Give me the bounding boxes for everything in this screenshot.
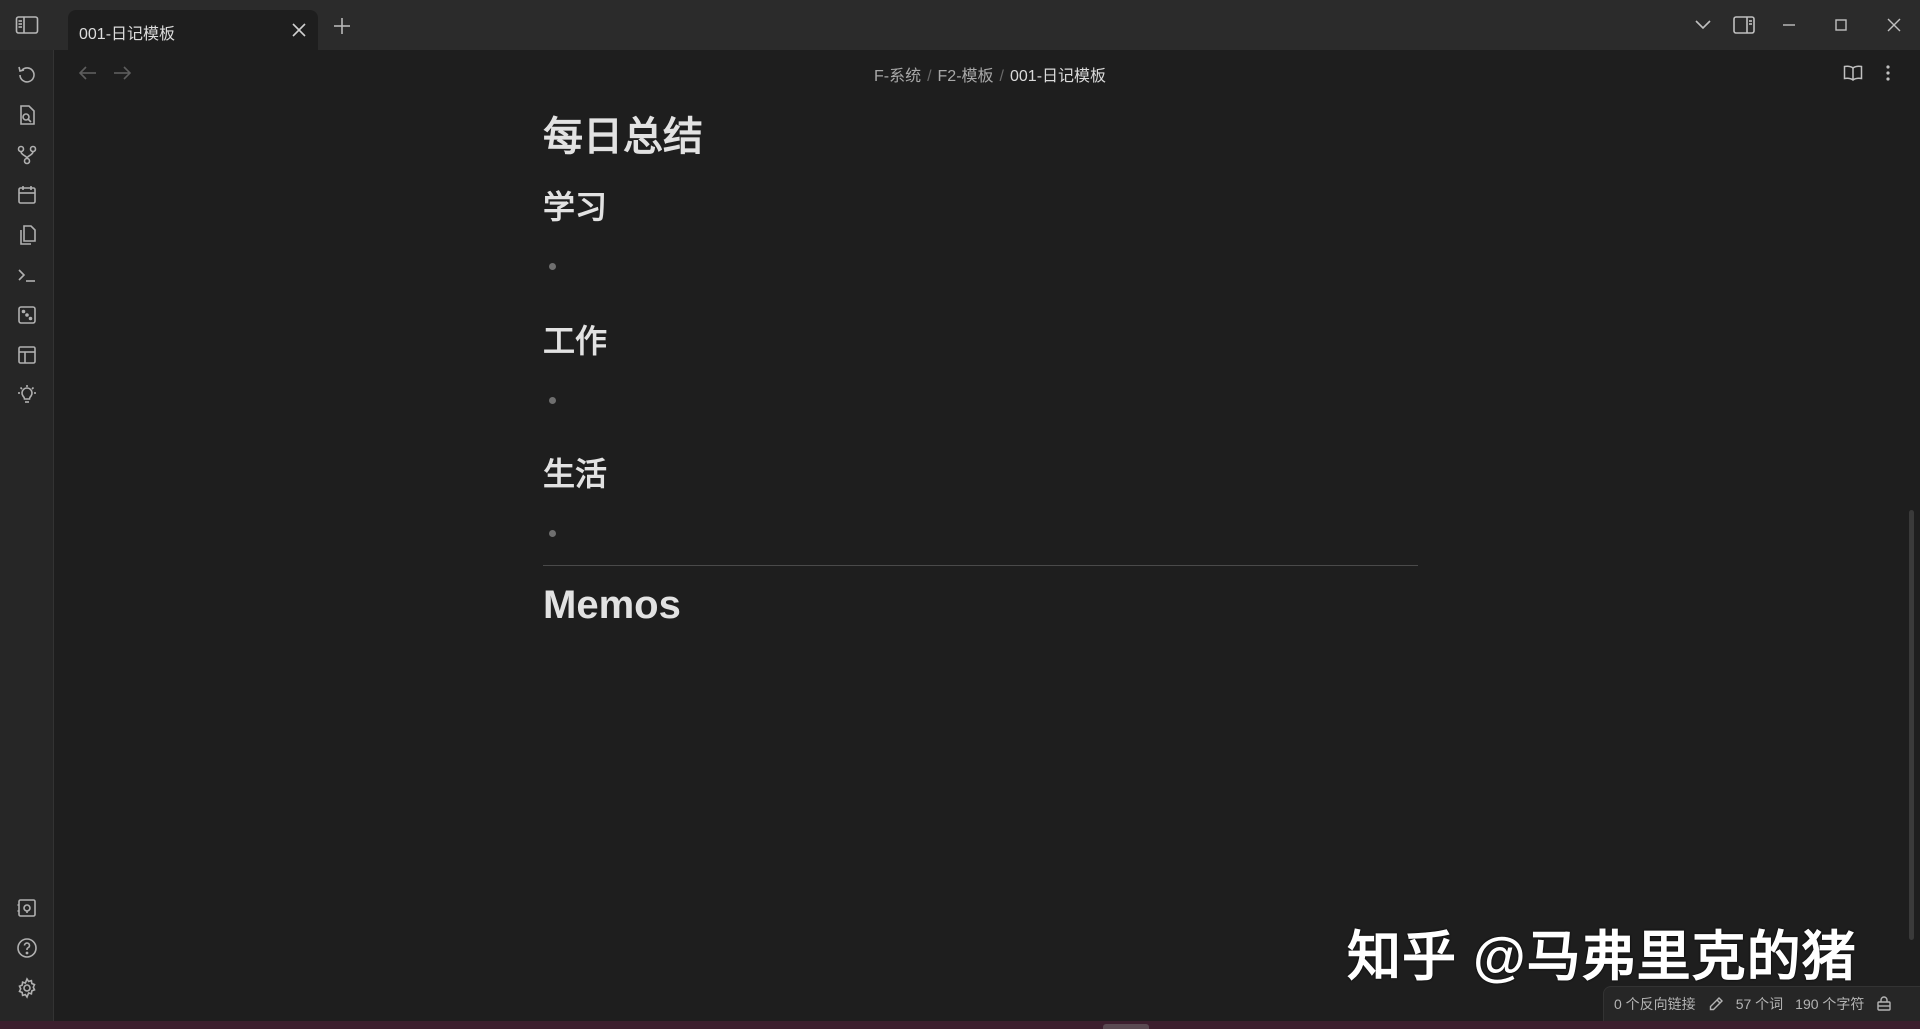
reading-view-book-icon[interactable] [1840, 61, 1866, 85]
scrollbar[interactable] [1909, 510, 1914, 940]
file-search-icon[interactable] [14, 102, 40, 128]
title-bar: 001-日记模板 [0, 0, 1920, 50]
empty-list-bullet[interactable] [549, 263, 556, 270]
status-word-count: 57 个词 [1735, 996, 1784, 1012]
section-heading-work: 工作 [543, 323, 608, 359]
breadcrumb-separator: / [927, 68, 932, 85]
section-heading-life: 生活 [543, 456, 608, 492]
layout-template-icon[interactable] [14, 342, 40, 368]
bottom-handle [1103, 1024, 1149, 1029]
sidebar-toggle-icon[interactable] [14, 13, 40, 37]
breadcrumb: F-系统 / F2-模板 / 001-日记模板 [0, 62, 1920, 86]
status-bar: 0 个反向链接 57 个词 190 个字符 [1603, 986, 1920, 1021]
sync-status-icon[interactable] [1876, 996, 1892, 1012]
close-icon[interactable] [290, 21, 308, 39]
right-sidebar-toggle-icon[interactable] [1731, 13, 1757, 37]
lightbulb-icon[interactable] [14, 382, 40, 408]
status-char-count: 190 个字符 [1795, 996, 1865, 1012]
settings-icon[interactable] [14, 975, 40, 1001]
breadcrumb-current-file[interactable]: 001-日记模板 [1010, 68, 1106, 85]
new-tab-plus-icon[interactable] [330, 14, 354, 38]
breadcrumb-folder-system[interactable]: F-系统 [874, 68, 921, 85]
terminal-icon[interactable] [14, 262, 40, 288]
chevron-down-icon[interactable] [1690, 13, 1716, 37]
more-options-icon[interactable] [1875, 61, 1901, 85]
pencil-edit-icon[interactable] [1708, 996, 1724, 1012]
dice-icon[interactable] [14, 302, 40, 328]
tab-title: 001-日记模板 [79, 26, 176, 43]
calendar-icon[interactable] [14, 182, 40, 208]
help-icon[interactable] [14, 935, 40, 961]
left-ribbon [0, 50, 54, 1021]
empty-list-bullet[interactable] [549, 530, 556, 537]
empty-list-bullet[interactable] [549, 397, 556, 404]
window-close-icon[interactable] [1881, 13, 1907, 37]
breadcrumb-separator: / [999, 68, 1004, 85]
horizontal-rule [543, 565, 1418, 566]
vault-icon[interactable] [14, 895, 40, 921]
memos-heading: Memos [543, 583, 681, 627]
status-backlinks[interactable]: 0 个反向链接 [1614, 994, 1696, 1014]
copy-files-icon[interactable] [14, 222, 40, 248]
bottom-taskbar-strip [0, 1021, 1920, 1029]
breadcrumb-folder-templates[interactable]: F2-模板 [938, 68, 994, 85]
minimize-icon[interactable] [1776, 13, 1802, 37]
watermark-text: 知乎 @马弗里克的猪 [1347, 927, 1857, 987]
tab-daily-template[interactable]: 001-日记模板 [68, 10, 318, 50]
section-heading-study: 学习 [543, 189, 608, 225]
maximize-icon[interactable] [1828, 13, 1854, 37]
git-branch-icon[interactable] [14, 142, 40, 168]
note-title-heading: 每日总结 [543, 115, 703, 159]
